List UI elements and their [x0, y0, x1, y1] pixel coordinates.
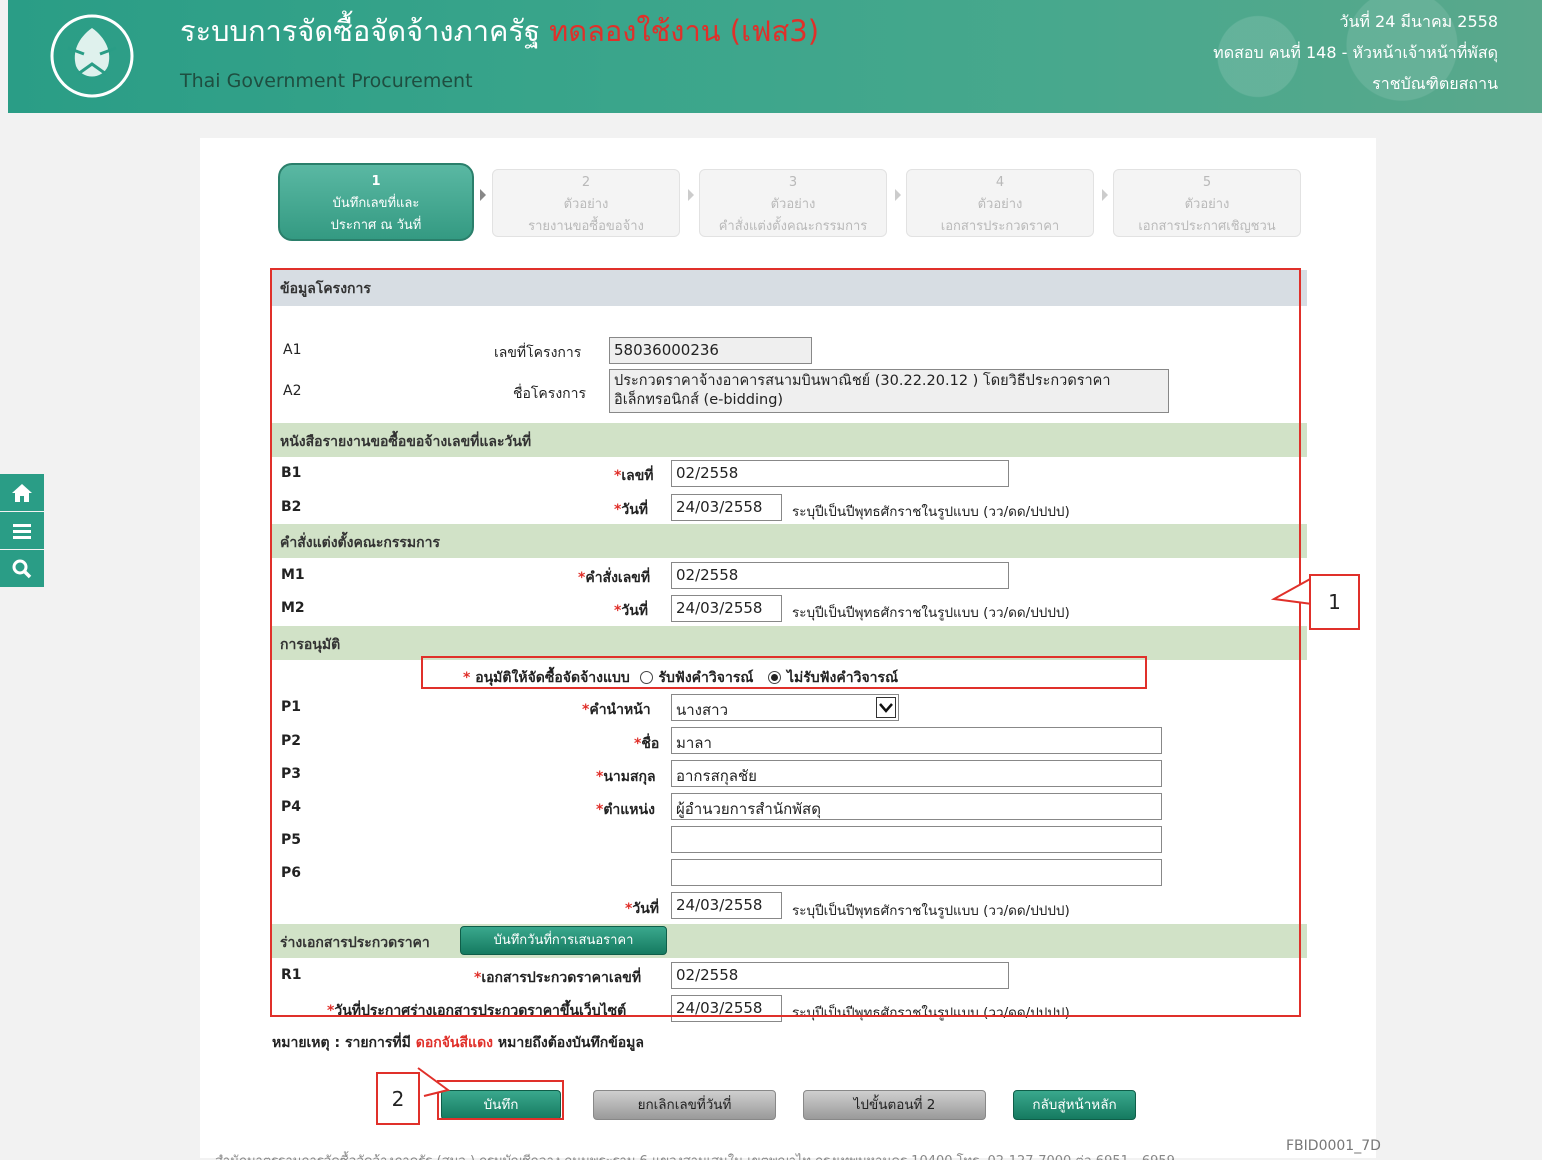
step-label: รายงานขอซื้อขอจ้าง — [528, 219, 644, 234]
step-number: 3 — [788, 175, 798, 190]
home-icon[interactable] — [0, 474, 44, 511]
header-banner: ระบบการจัดซื้อจัดจ้างภาครัฐ ทดลองใช้งาน … — [8, 0, 1542, 113]
step-label: บันทึกเลขที่และ — [332, 196, 420, 211]
step-4[interactable]: 4 ตัวอย่าง เอกสารประกวดราคา — [906, 169, 1094, 237]
system-title: ระบบการจัดซื้อจัดจ้างภาครัฐ ทดลองใช้งาน … — [180, 8, 819, 54]
step-arrow — [895, 189, 901, 201]
note-suffix: หมายถึงต้องบันทึกข้อมูล — [497, 1035, 644, 1051]
callout-2: 2 — [376, 1072, 420, 1125]
step-1[interactable]: 1 บันทึกเลขที่และ ประกาศ ณ วันที่ — [278, 163, 474, 241]
wizard-steps: 1 บันทึกเลขที่และ ประกาศ ณ วันที่ 2 ตัวอ… — [278, 163, 1318, 241]
annotation-box-2 — [437, 1080, 564, 1120]
step-arrow — [688, 189, 694, 201]
step-arrow — [480, 189, 486, 201]
step-label: คำสั่งแต่งตั้งคณะกรรมการ — [718, 219, 868, 234]
user-info: วันที่ 24 มีนาคม 2558 ทดสอบ คนที่ 148 - … — [1213, 6, 1498, 99]
step-number: 5 — [1202, 175, 1212, 190]
step-label: เอกสารประกวดราคา — [940, 219, 1060, 234]
step-label: ตัวอย่าง — [563, 197, 609, 212]
step-label: ตัวอย่าง — [770, 197, 816, 212]
step-number: 2 — [581, 175, 591, 190]
step-label: เอกสารประกาศเชิญชวน — [1138, 219, 1276, 234]
step-label: ประกาศ ณ วันที่ — [330, 218, 422, 233]
required-note: หมายเหตุ : รายการที่มี ดอกจันสีแดง หมายถ… — [272, 1032, 644, 1054]
current-user: ทดสอบ คนที่ 148 - หัวหน้าเจ้าหน้าที่พัสด… — [1213, 43, 1498, 62]
page-code: FBID0001_7D — [1286, 1138, 1381, 1154]
system-title-text: ระบบการจัดซื้อจัดจ้างภาครัฐ — [180, 14, 540, 48]
callout-pointer-2 — [417, 1067, 451, 1097]
menu-icon[interactable] — [0, 512, 44, 549]
back-home-button[interactable]: กลับสู่หน้าหลัก — [1013, 1090, 1136, 1120]
comptroller-garuda-logo — [50, 14, 134, 98]
step-arrow — [1102, 189, 1108, 201]
search-icon[interactable] — [0, 550, 44, 587]
step-5[interactable]: 5 ตัวอย่าง เอกสารประกาศเชิญชวน — [1113, 169, 1301, 237]
current-date: วันที่ 24 มีนาคม 2558 — [1339, 12, 1498, 31]
footer-address: สำนักมาตรฐานการจัดซื้อจัดจ้างภาครัฐ (สมจ… — [215, 1150, 1175, 1160]
step-label: ตัวอย่าง — [977, 197, 1023, 212]
trial-label: ทดลองใช้งาน (เฟส3) — [549, 14, 820, 48]
agency-name: ราชบัณฑิตยสถาน — [1372, 74, 1498, 93]
system-subtitle: Thai Government Procurement — [180, 70, 473, 92]
note-prefix: หมายเหตุ : รายการที่มี — [272, 1035, 411, 1051]
next-step-button[interactable]: ไปขั้นตอนที่ 2 — [803, 1090, 986, 1120]
side-toolbar — [0, 474, 44, 588]
step-label: ตัวอย่าง — [1184, 197, 1230, 212]
annotation-box-approval — [421, 656, 1147, 689]
step-3[interactable]: 3 ตัวอย่าง คำสั่งแต่งตั้งคณะกรรมการ — [699, 169, 887, 237]
callout-1: 1 — [1309, 574, 1360, 630]
step-2[interactable]: 2 ตัวอย่าง รายงานขอซื้อขอจ้าง — [492, 169, 680, 237]
annotation-box-1 — [270, 268, 1301, 1017]
step-number: 1 — [371, 174, 381, 189]
note-highlight: ดอกจันสีแดง — [415, 1035, 493, 1051]
cancel-number-date-button[interactable]: ยกเลิกเลขที่วันที่ — [593, 1090, 776, 1120]
step-number: 4 — [995, 175, 1005, 190]
